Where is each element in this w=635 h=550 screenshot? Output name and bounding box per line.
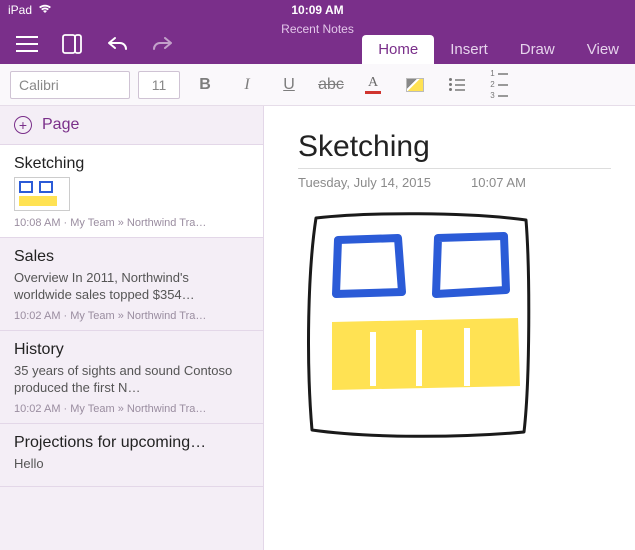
page-preview: 35 years of sights and sound Contoso pro… xyxy=(14,363,249,397)
menu-icon[interactable] xyxy=(16,36,38,52)
note-date: Tuesday, July 14, 2015 xyxy=(298,175,431,190)
title-bar: Recent Notes Home Insert Draw View xyxy=(0,20,635,64)
device-label: iPad xyxy=(8,3,32,17)
page-title: Projections for upcoming… xyxy=(14,434,249,452)
format-toolbar: B I U abc A 123 xyxy=(0,64,635,106)
font-color-button[interactable]: A xyxy=(356,71,390,99)
tab-draw[interactable]: Draw xyxy=(504,35,571,64)
font-size-field[interactable] xyxy=(138,71,180,99)
strikethrough-button[interactable]: abc xyxy=(314,71,348,99)
page-title: Sales xyxy=(14,248,249,266)
page-item-history[interactable]: History 35 years of sights and sound Con… xyxy=(0,331,263,424)
bold-button[interactable]: B xyxy=(188,71,222,99)
section-name[interactable]: Recent Notes xyxy=(281,22,354,36)
tab-view[interactable]: View xyxy=(571,35,635,64)
note-time: 10:07 AM xyxy=(471,175,526,190)
ribbon-tabs: Home Insert Draw View xyxy=(362,32,635,64)
wifi-icon xyxy=(38,3,52,17)
page-item-sales[interactable]: Sales Overview In 2011, Northwind's worl… xyxy=(0,238,263,331)
page-preview: Hello xyxy=(14,456,249,473)
add-page-button[interactable]: + Page xyxy=(0,106,263,145)
page-title: History xyxy=(14,341,249,359)
highlight-button[interactable] xyxy=(398,71,432,99)
page-preview: Overview In 2011, Northwind's worldwide … xyxy=(14,270,249,304)
italic-button[interactable]: I xyxy=(230,71,264,99)
page-item-sketching[interactable]: Sketching 10:08 AM · My Team » Northwind… xyxy=(0,145,263,238)
page-title: Sketching xyxy=(14,155,249,173)
font-name-field[interactable] xyxy=(10,71,130,99)
ink-drawing xyxy=(298,210,548,440)
ios-status-bar: iPad 10:09 AM xyxy=(0,0,635,20)
fullscreen-icon[interactable] xyxy=(62,34,82,54)
tab-insert[interactable]: Insert xyxy=(434,35,504,64)
tab-home[interactable]: Home xyxy=(362,35,434,64)
page-list-sidebar: + Page Sketching 10:08 AM · My Team » No… xyxy=(0,106,264,550)
page-meta: 10:02 AM · My Team » Northwind Tra… xyxy=(14,310,249,322)
underline-button[interactable]: U xyxy=(272,71,306,99)
add-page-label: Page xyxy=(42,116,79,134)
numbered-list-button[interactable]: 123 xyxy=(482,71,516,99)
note-title[interactable]: Sketching xyxy=(298,130,611,169)
page-meta: 10:08 AM · My Team » Northwind Tra… xyxy=(14,217,249,229)
undo-icon[interactable] xyxy=(106,35,128,53)
bulleted-list-button[interactable] xyxy=(440,71,474,99)
plus-icon: + xyxy=(14,116,32,134)
note-canvas[interactable]: Sketching Tuesday, July 14, 2015 10:07 A… xyxy=(264,106,635,550)
page-item-projections[interactable]: Projections for upcoming… Hello xyxy=(0,424,263,488)
page-meta: 10:02 AM · My Team » Northwind Tra… xyxy=(14,403,249,415)
clock: 10:09 AM xyxy=(291,3,343,17)
page-thumbnail xyxy=(14,177,70,211)
redo-icon[interactable] xyxy=(152,35,174,53)
note-timestamp: Tuesday, July 14, 2015 10:07 AM xyxy=(298,175,611,190)
